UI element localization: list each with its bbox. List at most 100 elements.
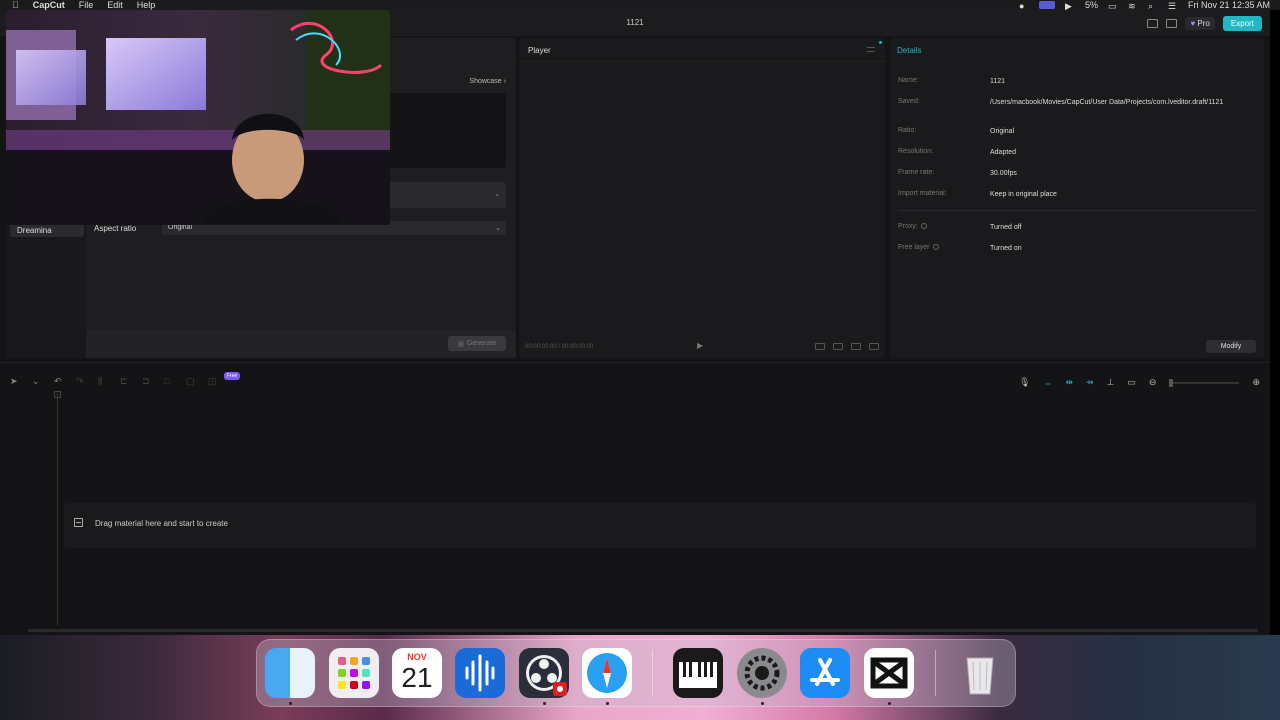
detail-label-wrap: Proxy:	[898, 223, 927, 230]
freeze-icon[interactable]: ▢	[186, 377, 196, 386]
zoom-in-icon[interactable]: ⊕	[1252, 377, 1260, 388]
showcase-label: Showcase	[469, 78, 502, 85]
running-indicator	[289, 702, 292, 705]
select-cursor-icon[interactable]: ➤	[10, 377, 20, 386]
player-header: Player	[519, 38, 885, 62]
detail-value: Adapted	[990, 149, 1017, 156]
detail-value: Keep in original place	[990, 191, 1057, 198]
launchpad-icon[interactable]	[329, 648, 379, 698]
chevron-right-icon: ›	[503, 78, 506, 85]
details-title: Details	[897, 46, 922, 55]
mirror-icon[interactable]: ◫	[208, 377, 218, 386]
prompt-preview-box[interactable]	[386, 93, 506, 168]
safari-icon[interactable]	[582, 648, 632, 698]
calendar-icon[interactable]: NOV 21	[392, 648, 442, 698]
screen-record-icon[interactable]	[1038, 1, 1055, 9]
piano-icon[interactable]	[673, 648, 723, 698]
status-icon[interactable]: ●	[1019, 1, 1029, 11]
app-store-icon[interactable]	[800, 648, 850, 698]
play-icon[interactable]: ▶	[697, 341, 703, 350]
detail-label: Saved:	[898, 98, 920, 105]
microphone-icon[interactable]: 🎙︎	[1019, 377, 1030, 388]
film-icon	[74, 518, 83, 527]
playhead-line[interactable]	[57, 393, 58, 625]
fullscreen-icon[interactable]	[869, 343, 879, 350]
chevron-down-icon: ⌄	[495, 225, 501, 232]
detail-label: Frame rate:	[898, 169, 935, 176]
trash-icon[interactable]	[955, 648, 1005, 698]
export-button[interactable]: Export	[1222, 16, 1262, 31]
info-icon[interactable]	[920, 223, 927, 230]
running-indicator	[543, 702, 546, 705]
app-menu[interactable]: CapCut	[33, 0, 65, 10]
layout-icon[interactable]	[1147, 19, 1159, 28]
audio-app-icon[interactable]	[455, 648, 505, 698]
redo-icon[interactable]: ↷	[76, 377, 86, 386]
capcut-icon[interactable]	[864, 648, 914, 698]
delete-icon[interactable]: □	[164, 377, 174, 386]
timeline-panel: ➤ ⌄ ↶ ↷ ⫼ ⊏ ⊐ □ ▢ ◫ Free 🎙︎ ⇔ ⇹ ⇸ ⊥ ▭ ⊖ …	[0, 362, 1270, 635]
battery-icon[interactable]: ▭	[1108, 1, 1118, 11]
apple-icon[interactable]: 	[12, 0, 19, 10]
battery-percent: 5%	[1084, 0, 1098, 10]
webcam-overlay	[6, 10, 390, 225]
detail-value[interactable]: /Users/macbook/Movies/CapCut/User Data/P…	[990, 98, 1255, 107]
list-icon[interactable]	[1166, 19, 1178, 28]
split-right-icon[interactable]: ⊐	[142, 377, 152, 386]
preview-axis-icon[interactable]: ⇸	[1086, 377, 1094, 388]
generate-bar: Generate	[86, 330, 516, 358]
menubar:  CapCut File Edit Help ● ▶ 5% ▭ ≋ ⌕ ☰ F…	[0, 0, 1280, 11]
zoom-slider[interactable]	[1169, 378, 1240, 387]
split-left-icon[interactable]: ⊏	[120, 377, 130, 386]
info-icon[interactable]	[932, 244, 939, 251]
menu-file[interactable]: File	[79, 0, 94, 10]
link-icon[interactable]: ⇹	[1065, 377, 1073, 388]
magnet-icon[interactable]: ⇔	[1043, 378, 1052, 388]
system-settings-icon[interactable]	[737, 648, 787, 698]
drop-zone-text: Drag material here and start to create	[95, 519, 228, 528]
undo-icon[interactable]: ↶	[54, 377, 64, 386]
split-icon[interactable]: ⫼	[98, 377, 108, 386]
align-icon[interactable]: ⊥	[1107, 377, 1115, 388]
chevron-down-icon[interactable]: ⌄	[32, 377, 42, 386]
pro-button[interactable]: ♥ Pro	[1185, 17, 1215, 30]
model-dropdown[interactable]: ⌄	[386, 182, 506, 208]
detail-value: 1121	[990, 78, 1006, 85]
control-center-icon[interactable]: ☰	[1168, 1, 1178, 11]
sparkle-icon	[457, 340, 464, 347]
aspect-ratio-value: Original	[168, 224, 193, 231]
dock-separator	[652, 650, 653, 696]
heart-icon: ♥	[1190, 19, 1196, 28]
crop-icon[interactable]	[833, 343, 843, 350]
timeline-drop-zone[interactable]: Drag material here and start to create	[64, 503, 1256, 548]
wifi-icon[interactable]: ≋	[1128, 1, 1138, 11]
pro-label: Pro	[1197, 19, 1210, 28]
menubar-clock[interactable]: Fri Nov 21 12:35 AM	[1188, 0, 1270, 10]
calendar-month: NOV	[407, 652, 427, 662]
timeline-scrollbar[interactable]	[28, 629, 1258, 632]
modify-button[interactable]: Modify	[1206, 340, 1256, 353]
showcase-link[interactable]: Showcase ›	[469, 78, 506, 85]
menu-edit[interactable]: Edit	[107, 0, 123, 10]
obs-icon[interactable]	[519, 648, 569, 698]
zoom-slider-handle[interactable]	[1169, 378, 1174, 387]
detail-label: Proxy:	[898, 223, 918, 230]
ratio-icon[interactable]	[815, 343, 825, 350]
quality-icon[interactable]	[851, 343, 861, 350]
play-circle-icon[interactable]: ▶	[1065, 1, 1075, 11]
detail-value: Turned off	[990, 224, 1022, 231]
aspect-ratio-label: Aspect ratio	[94, 224, 137, 233]
menu-help[interactable]: Help	[137, 0, 156, 10]
finder-icon[interactable]	[265, 648, 315, 698]
sidebar-item-dreamina[interactable]: Dreamina	[10, 223, 84, 237]
menu-icon[interactable]	[867, 47, 875, 52]
search-icon[interactable]: ⌕	[1148, 1, 1158, 11]
details-divider	[898, 210, 1256, 211]
details-panel: Details Name: 1121 Saved: /Users/macbook/M…	[890, 38, 1264, 358]
caption-icon[interactable]: ▭	[1127, 377, 1136, 388]
generate-button[interactable]: Generate	[448, 336, 506, 351]
player-panel: Player 00:00:00:00 / 00:00:00:00 ▶	[519, 38, 885, 358]
detail-label: Ratio:	[898, 127, 917, 134]
webcam-image	[6, 10, 390, 225]
zoom-out-icon[interactable]: ⊖	[1149, 377, 1157, 388]
